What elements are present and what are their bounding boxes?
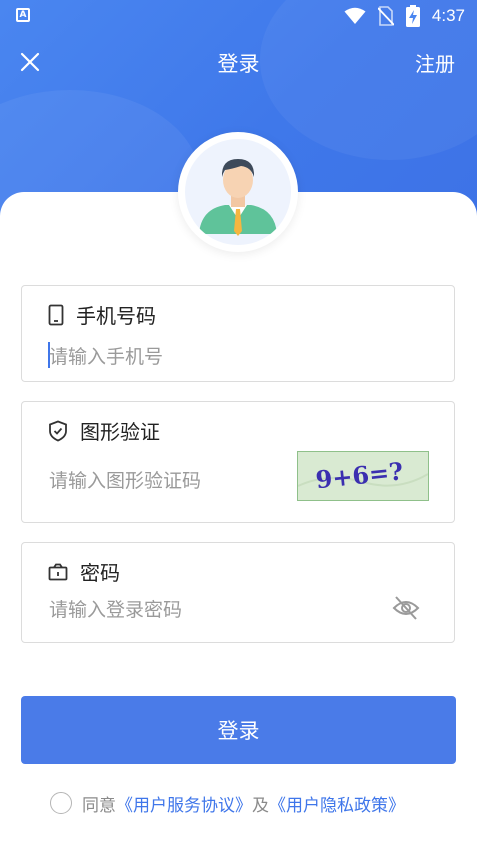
avatar <box>178 132 298 252</box>
lock-icon <box>48 563 68 580</box>
service-agreement-link[interactable]: 《用户服务协议》 <box>116 791 252 816</box>
register-link[interactable]: 注册 <box>415 48 455 77</box>
password-field[interactable]: 密码 请输入登录密码 <box>21 542 455 643</box>
app-notification-icon: A <box>16 8 30 22</box>
captcha-field[interactable]: 图形验证 请输入图形验证码 9+6=? <box>21 401 455 523</box>
agreement-row: 同意 《用户服务协议》 及 《用户隐私政策》 <box>50 790 405 816</box>
battery-charging-icon <box>405 5 420 27</box>
captcha-label: 图形验证 <box>80 420 160 444</box>
captcha-text: 9+6=? <box>314 456 404 494</box>
login-button[interactable]: 登录 <box>21 696 456 764</box>
user-avatar-icon <box>199 159 277 236</box>
agreement-middle: 及 <box>252 795 269 816</box>
page-title: 登录 <box>217 52 260 76</box>
no-sim-icon <box>377 6 394 26</box>
privacy-policy-link[interactable]: 《用户隐私政策》 <box>269 791 405 816</box>
agreement-prefix: 同意 <box>82 795 116 816</box>
phone-input[interactable]: 请输入手机号 <box>49 342 163 369</box>
status-bar: A 4:37 <box>0 0 477 32</box>
phone-icon <box>48 304 64 325</box>
captcha-input[interactable]: 请输入图形验证码 <box>49 466 201 493</box>
phone-label: 手机号码 <box>76 304 156 328</box>
phone-field[interactable]: 手机号码 请输入手机号 <box>21 285 455 382</box>
agreement-checkbox[interactable] <box>50 792 72 814</box>
top-app-bar: 登录 注册 <box>0 40 477 84</box>
eye-off-icon[interactable] <box>392 594 420 622</box>
captcha-image[interactable]: 9+6=? <box>297 451 429 501</box>
wifi-icon <box>344 7 366 24</box>
password-input[interactable]: 请输入登录密码 <box>49 595 182 622</box>
shield-icon <box>49 420 67 441</box>
password-label: 密码 <box>80 561 120 585</box>
clock: 4:37 <box>431 6 465 25</box>
